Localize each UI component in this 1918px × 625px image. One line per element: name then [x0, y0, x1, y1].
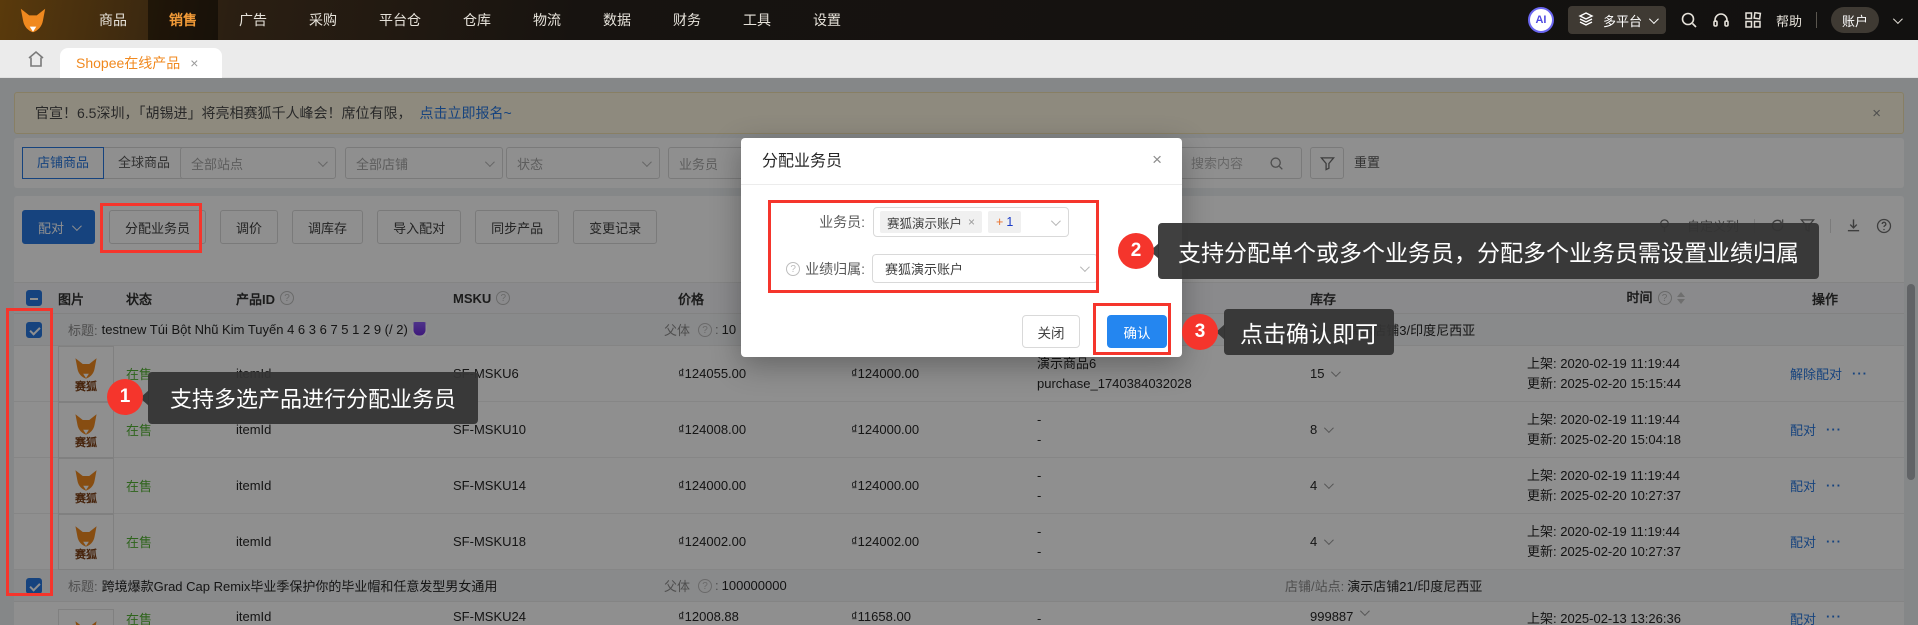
nav-item-logistics[interactable]: 物流 — [512, 0, 582, 40]
tab-label: Shopee在线产品 — [76, 55, 181, 71]
top-nav: 商品 销售 广告 采购 平台仓 仓库 物流 数据 财务 工具 设置 AI 多平台… — [0, 0, 1918, 40]
modal-title: 分配业务员 — [741, 138, 1182, 185]
step-3-badge: 3 — [1182, 314, 1218, 350]
tab-shopee-online-products[interactable]: Shopee在线产品 × — [60, 48, 222, 78]
annotation-box-checkbox-column — [6, 308, 53, 596]
search-icon[interactable] — [1680, 11, 1698, 29]
layers-icon — [1578, 11, 1596, 29]
step-2-tooltip: 支持分配单个或多个业务员，分配多个业务员需设置业绩归属 — [1150, 223, 1819, 279]
nav-item-settings[interactable]: 设置 — [792, 0, 862, 40]
tab-bar: Shopee在线产品 × — [0, 40, 1918, 78]
chevron-down-icon[interactable] — [1892, 13, 1903, 24]
platform-switcher-label: 多平台 — [1602, 13, 1642, 29]
app-logo-fox-icon[interactable] — [16, 3, 50, 37]
assign-salesman-modal: 分配业务员 × 业务员: 赛狐演示账户 × +1 ? 业绩归属: 赛狐演示账户 … — [741, 138, 1182, 357]
help-link[interactable]: 帮助 — [1776, 11, 1802, 30]
step-1-tooltip: 支持多选产品进行分配业务员 — [139, 372, 479, 424]
nav-menu: 商品 销售 广告 采购 平台仓 仓库 物流 数据 财务 工具 设置 — [78, 0, 862, 40]
step-3-tooltip: 点击确认即可 — [1216, 309, 1394, 355]
modal-close-button[interactable]: 关闭 — [1022, 315, 1080, 348]
nav-right-group: AI 多平台 帮助 账户 — [1527, 6, 1918, 34]
annotation-box-modal-fields — [768, 200, 1099, 293]
nav-item-tools[interactable]: 工具 — [722, 0, 792, 40]
home-icon[interactable] — [26, 49, 46, 69]
nav-item-finance[interactable]: 财务 — [652, 0, 722, 40]
platform-switcher[interactable]: 多平台 — [1567, 6, 1666, 34]
chevron-down-icon — [1648, 13, 1659, 24]
ai-assistant-badge[interactable]: AI — [1527, 7, 1554, 33]
modal-close-icon[interactable]: × — [1152, 150, 1162, 170]
account-button[interactable]: 账户 — [1830, 7, 1879, 33]
nav-item-platform-warehouse[interactable]: 平台仓 — [358, 0, 442, 40]
tab-close-icon[interactable]: × — [190, 55, 198, 71]
nav-item-ads[interactable]: 广告 — [218, 0, 288, 40]
step-2-badge: 2 — [1118, 233, 1154, 269]
annotation-box-confirm-button — [1093, 303, 1171, 355]
nav-item-products[interactable]: 商品 — [78, 0, 148, 40]
nav-item-purchase[interactable]: 采购 — [288, 0, 358, 40]
annotation-box-assign-button — [100, 203, 202, 253]
nav-item-data[interactable]: 数据 — [582, 0, 652, 40]
headset-icon[interactable] — [1712, 11, 1730, 29]
divider — [1815, 12, 1817, 28]
apps-grid-icon[interactable] — [1744, 11, 1762, 29]
nav-item-warehouse[interactable]: 仓库 — [442, 0, 512, 40]
nav-item-sales[interactable]: 销售 — [148, 0, 218, 40]
step-1-badge: 1 — [107, 379, 143, 415]
